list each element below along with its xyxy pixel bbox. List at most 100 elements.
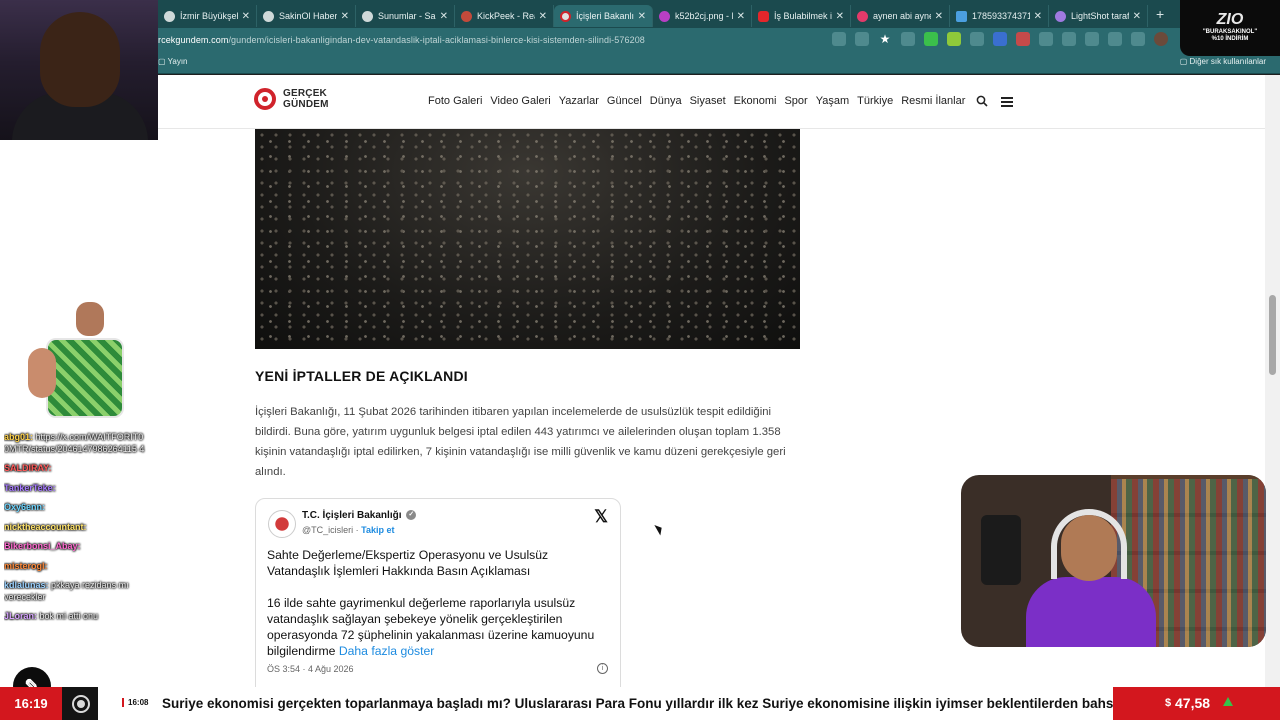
heart-icon[interactable] [1108, 32, 1122, 46]
favorites-icon[interactable] [1085, 32, 1099, 46]
site-header: GERÇEK GÜNDEM Foto Galeri Video Galeri Ya… [0, 75, 1265, 129]
currency-price: $ 47,58 [1113, 687, 1280, 720]
new-tab-icon[interactable]: + [1156, 6, 1164, 22]
mouse-cursor-icon [654, 522, 665, 536]
sponsor-logo: ZIO [1216, 11, 1244, 28]
follow-link[interactable]: Takip et [361, 525, 394, 535]
scrollbar-thumb[interactable] [1269, 295, 1276, 375]
browser-tab[interactable]: Sunumlar - Sakin✕ [356, 5, 455, 27]
extension-icon[interactable] [901, 32, 915, 46]
ticker-news: 16:08 Suriye ekonomisi gerçekten toparla… [98, 687, 1113, 720]
ticker-clock: 16:19 [0, 687, 62, 720]
close-icon[interactable]: ✕ [539, 11, 547, 22]
feather-icon [1055, 10, 1066, 22]
extension-icon[interactable] [1016, 32, 1030, 46]
chat-message: Oxy6enn: [4, 502, 46, 512]
dollar-icon: $ [1165, 697, 1172, 709]
browser-tab[interactable]: SakinOl Haber M✕ [257, 5, 356, 27]
logo-text: GERÇEK GÜNDEM [283, 88, 329, 110]
close-icon[interactable]: ✕ [440, 11, 448, 22]
close-icon[interactable]: ✕ [1034, 11, 1042, 22]
mascot-mug-image [28, 300, 152, 422]
nav-item-ekonomi[interactable]: Ekonomi [734, 95, 777, 107]
article-paragraph: İçişleri Bakanlığı, 11 Şubat 2026 tarihi… [255, 406, 786, 478]
page-scrollbar[interactable] [1265, 75, 1280, 687]
favicon-icon [659, 10, 670, 22]
browser-tab[interactable]: KickPeek - Real-ti✕ [455, 5, 554, 27]
tweet-timestamp[interactable]: ÖS 3:54 · 4 Ağu 2026 [267, 664, 354, 674]
chat-message: SALDIRAY: [4, 463, 52, 473]
currency-value: 47,58 [1175, 695, 1211, 711]
browser-tab-active[interactable]: İçişleri Bakanlığı✕ [554, 5, 653, 27]
search-icon[interactable] [976, 95, 988, 107]
x-logo-icon[interactable]: 𝕏 [594, 507, 608, 527]
tweet-author-name[interactable]: T.C. İçişleri Bakanlığı ✓ [302, 510, 417, 521]
nav-item-resmi-ilanlar[interactable]: Resmi İlanlar [901, 95, 965, 107]
globe-icon [362, 10, 373, 22]
ticker-headline: Suriye ekonomisi gerçekten toparlanmaya … [162, 696, 1113, 711]
embedded-tweet[interactable]: T.C. İçişleri Bakanlığı ✓ @TC_icisleri ·… [255, 498, 621, 687]
nav-item-foto-galeri[interactable]: Foto Galeri [428, 95, 482, 107]
chat-message: JLoran: bok mi atti onu [4, 611, 99, 621]
nav-item-guncel[interactable]: Güncel [607, 95, 642, 107]
extensions-puzzle-icon[interactable] [1039, 32, 1053, 46]
record-icon [72, 695, 90, 713]
close-icon[interactable]: ✕ [242, 11, 250, 22]
extension-icon[interactable] [947, 32, 961, 46]
article-hero-image [255, 129, 800, 349]
stream-chat: abg01: https://x.com/WAITFORIT0 0MTR/sta… [4, 428, 170, 627]
split-view-icon[interactable] [1062, 32, 1076, 46]
chat-message: kdlalunas: pkkaya rezidans mı verecekler [4, 580, 129, 602]
browser-tab[interactable]: 1785933743713✕ [950, 5, 1049, 27]
close-icon[interactable]: ✕ [836, 11, 844, 22]
sponsor-badge: ZIO "BURAKSAKINOL" %10 İNDİRİM [1180, 0, 1280, 56]
site-logo[interactable]: GERÇEK GÜNDEM [254, 88, 329, 110]
nav-item-spor[interactable]: Spor [784, 95, 807, 107]
bookmark-yayin[interactable]: ▢ Yayın [158, 57, 188, 66]
nav-item-siyaset[interactable]: Siyaset [690, 95, 726, 107]
tweet-body: 16 ilde sahte gayrimenkul değerleme rapo… [267, 596, 595, 658]
nav-item-turkiye[interactable]: Türkiye [857, 95, 893, 107]
browser-tabbar: İzmir Büyükşehir M✕ SakinOl Haber M✕ Sun… [0, 0, 1280, 28]
chat-message: abg01: https://x.com/WAITFORIT0 0MTR/sta… [4, 432, 145, 454]
close-icon[interactable]: ✕ [737, 11, 745, 22]
collections-icon[interactable] [1131, 32, 1145, 46]
nav-item-yasam[interactable]: Yaşam [816, 95, 849, 107]
url-text[interactable]: rcekgundem.com/gundem/icisleri-bakanligi… [158, 35, 645, 45]
section-title: YENİ İPTALLER DE AÇIKLANDI [255, 368, 468, 384]
profile-avatar-icon[interactable] [1154, 32, 1168, 46]
avatar[interactable] [268, 510, 296, 538]
page-icon[interactable] [855, 32, 869, 46]
extension-icon[interactable] [970, 32, 984, 46]
nav-item-video-galeri[interactable]: Video Galeri [490, 95, 550, 107]
nav-item-yazarlar[interactable]: Yazarlar [559, 95, 599, 107]
show-more-link[interactable]: Daha fazla göster [339, 644, 435, 658]
reader-icon[interactable] [832, 32, 846, 46]
browser-tab[interactable]: LightShot tarafın✕ [1049, 5, 1148, 27]
close-icon[interactable]: ✕ [341, 11, 349, 22]
hamburger-menu-icon[interactable] [1001, 97, 1013, 107]
browser-tab[interactable]: İş Bulabilmek için✕ [752, 5, 851, 27]
favicon-icon [857, 10, 868, 22]
chat-message: misterogl: [4, 560, 48, 571]
star-icon[interactable]: ★ [878, 32, 892, 46]
webcam-bottom-right [961, 475, 1266, 647]
extension-icon[interactable] [924, 32, 938, 46]
browser-tab[interactable]: İzmir Büyükşehir M✕ [158, 5, 257, 27]
browser-tab[interactable]: aynen abi aynen✕ [851, 5, 950, 27]
close-icon[interactable]: ✕ [1133, 11, 1141, 22]
close-icon[interactable]: ✕ [638, 11, 646, 22]
browser-tab[interactable]: k52b2cj.png - Ho✕ [653, 5, 752, 27]
bookmark-other-favorites[interactable]: ▢ Diğer sık kullanılanlar [1180, 57, 1266, 66]
address-bar[interactable]: rcekgundem.com/gundem/icisleri-bakanligi… [0, 28, 1280, 52]
nav-item-dunya[interactable]: Dünya [650, 95, 682, 107]
close-icon[interactable]: ✕ [935, 11, 943, 22]
chat-message: nicktheaccountant: [4, 521, 87, 532]
sponsor-code: "BURAKSAKINOL" [1202, 29, 1258, 35]
ticker-news-time: 16:08 [122, 698, 148, 707]
extension-icon[interactable] [993, 32, 1007, 46]
youtube-icon [758, 10, 769, 22]
info-icon[interactable]: i [597, 663, 608, 674]
favicon-icon [560, 10, 571, 22]
chat-message: TankerTeke: [4, 482, 56, 493]
